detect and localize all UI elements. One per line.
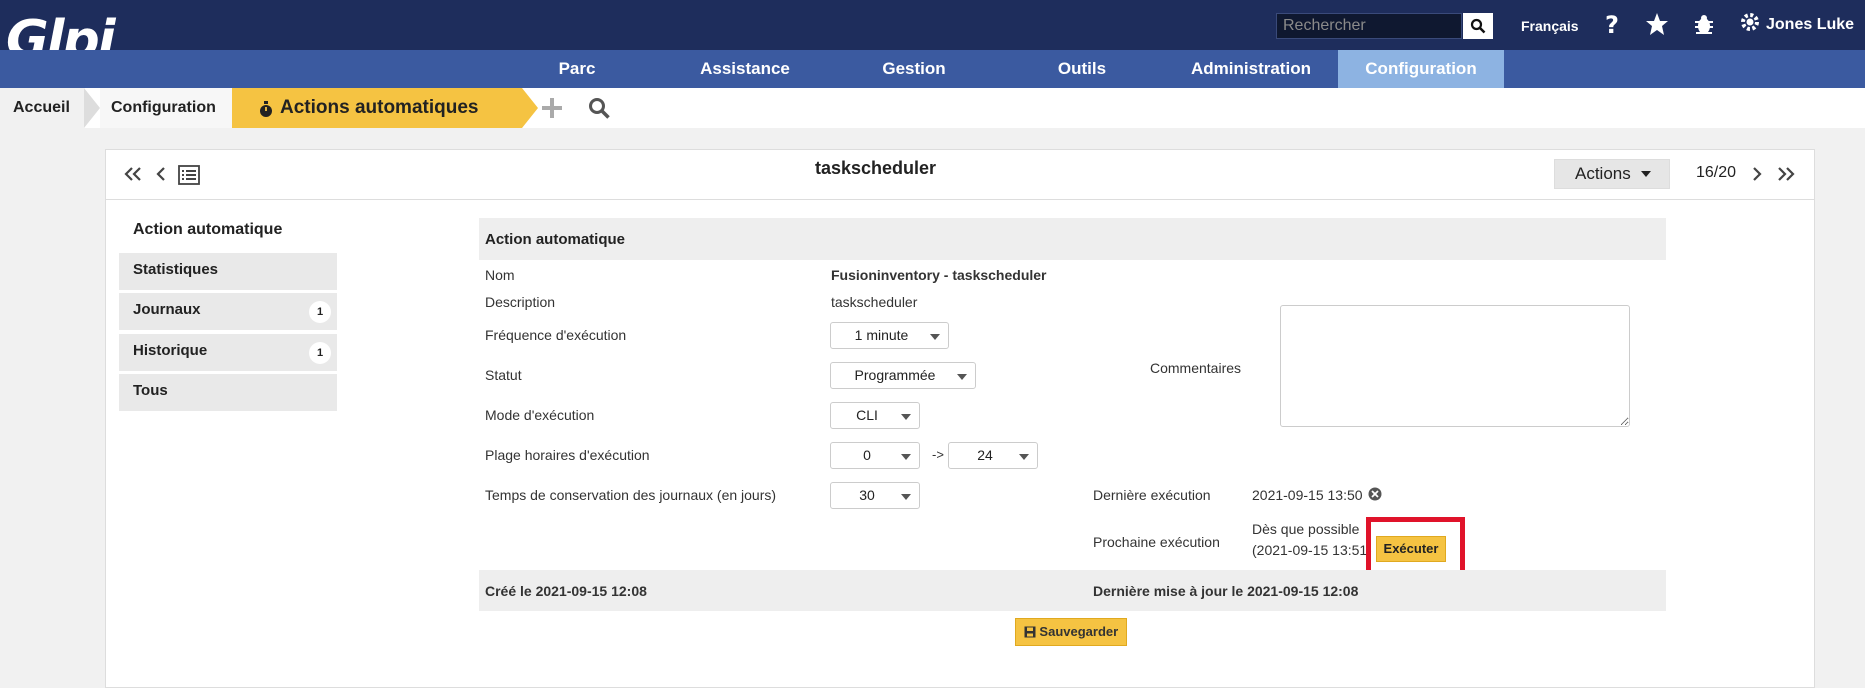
tab-statistiques[interactable]: Statistiques bbox=[119, 253, 337, 290]
commentaires-label: Commentaires bbox=[1150, 360, 1242, 376]
search-list-icon[interactable] bbox=[588, 97, 610, 124]
nom-value: Fusioninventory - taskscheduler bbox=[831, 267, 1047, 283]
previous-icon[interactable] bbox=[156, 166, 166, 187]
mode-select[interactable]: CLI bbox=[830, 402, 920, 429]
page-title: taskscheduler bbox=[815, 158, 937, 178]
breadcrumb-home[interactable]: Accueil bbox=[13, 88, 70, 128]
nav-administration[interactable]: Administration bbox=[1178, 50, 1324, 88]
frequence-select[interactable]: 1 minute bbox=[830, 322, 949, 349]
pager-counter: 16/20 bbox=[1696, 164, 1737, 181]
list-icon[interactable] bbox=[178, 165, 200, 190]
mode-label: Mode d'exécution bbox=[485, 407, 595, 423]
statut-label: Statut bbox=[485, 367, 522, 383]
count-badge: 1 bbox=[309, 301, 331, 323]
help-icon[interactable]: ? bbox=[1598, 10, 1626, 38]
tab-journaux[interactable]: Journaux 1 bbox=[119, 293, 337, 330]
prochaine-execution-text: Dès que possible bbox=[1252, 521, 1360, 537]
count-badge: 1 bbox=[309, 342, 331, 364]
nom-label: Nom bbox=[485, 267, 515, 283]
breadcrumb: Accueil Configuration Actions automatiqu… bbox=[0, 88, 1865, 128]
floppy-icon bbox=[1024, 626, 1036, 638]
stopwatch-icon bbox=[260, 101, 272, 117]
save-button[interactable]: Sauvegarder bbox=[1015, 618, 1127, 646]
description-label: Description bbox=[485, 294, 556, 310]
last-icon[interactable] bbox=[1777, 166, 1795, 187]
temps-select[interactable]: 30 bbox=[830, 482, 920, 509]
execute-button[interactable]: Exécuter bbox=[1376, 536, 1446, 562]
plage-from-select[interactable]: 0 bbox=[830, 442, 920, 469]
next-icon[interactable] bbox=[1752, 166, 1762, 187]
caret-down-icon bbox=[1641, 171, 1651, 177]
tab-tous[interactable]: Tous bbox=[119, 374, 337, 411]
commentaires-textarea[interactable] bbox=[1280, 305, 1630, 427]
star-icon[interactable] bbox=[1643, 10, 1671, 38]
actions-button[interactable]: Actions bbox=[1554, 159, 1670, 189]
form-footer bbox=[479, 570, 1666, 611]
add-icon[interactable] bbox=[541, 97, 563, 124]
nav-outils[interactable]: Outils bbox=[1040, 50, 1124, 88]
tab-historique[interactable]: Historique 1 bbox=[119, 334, 337, 371]
description-value: taskscheduler bbox=[831, 294, 918, 310]
top-bar bbox=[0, 0, 1865, 50]
user-name: Jones Luke bbox=[1766, 15, 1855, 33]
language-selector[interactable]: Français bbox=[1521, 18, 1579, 34]
derniere-execution-value: 2021-09-15 13:50 bbox=[1252, 487, 1363, 503]
first-icon[interactable] bbox=[124, 166, 142, 187]
bug-icon[interactable] bbox=[1690, 10, 1718, 38]
plage-to-select[interactable]: 24 bbox=[948, 442, 1038, 469]
prochaine-execution-label: Prochaine exécution bbox=[1093, 534, 1220, 550]
breadcrumb-configuration[interactable]: Configuration bbox=[111, 88, 216, 128]
nav-assistance[interactable]: Assistance bbox=[688, 50, 802, 88]
nav-configuration[interactable]: Configuration bbox=[1338, 50, 1504, 88]
gear-icon bbox=[1740, 12, 1760, 37]
tab-action-automatique[interactable]: Action automatique bbox=[133, 221, 282, 239]
temps-label: Temps de conservation des journaux (en j… bbox=[485, 487, 777, 503]
created-date: Créé le 2021-09-15 12:08 bbox=[485, 583, 647, 599]
search-icon[interactable] bbox=[1463, 13, 1493, 39]
plage-arrow: -> bbox=[932, 447, 944, 462]
frequence-label: Fréquence d'exécution bbox=[485, 327, 627, 343]
statut-select[interactable]: Programmée bbox=[830, 362, 976, 389]
user-menu[interactable]: Jones Luke bbox=[1740, 12, 1854, 37]
derniere-execution-label: Dernière exécution bbox=[1093, 487, 1211, 503]
updated-date: Dernière mise à jour le 2021-09-15 12:08 bbox=[1093, 583, 1359, 599]
prochaine-execution-date: (2021-09-15 13:51) bbox=[1252, 542, 1372, 558]
plage-label: Plage horaires d'exécution bbox=[485, 447, 650, 463]
breadcrumb-current[interactable]: Actions automatiques bbox=[232, 88, 538, 128]
nav-gestion[interactable]: Gestion bbox=[868, 50, 960, 88]
search-input[interactable]: Rechercher bbox=[1276, 13, 1462, 39]
nav-parc[interactable]: Parc bbox=[540, 50, 614, 88]
section-header: Action automatique bbox=[479, 218, 1666, 260]
clear-icon[interactable] bbox=[1368, 487, 1382, 506]
svg-text:?: ? bbox=[1605, 12, 1619, 36]
